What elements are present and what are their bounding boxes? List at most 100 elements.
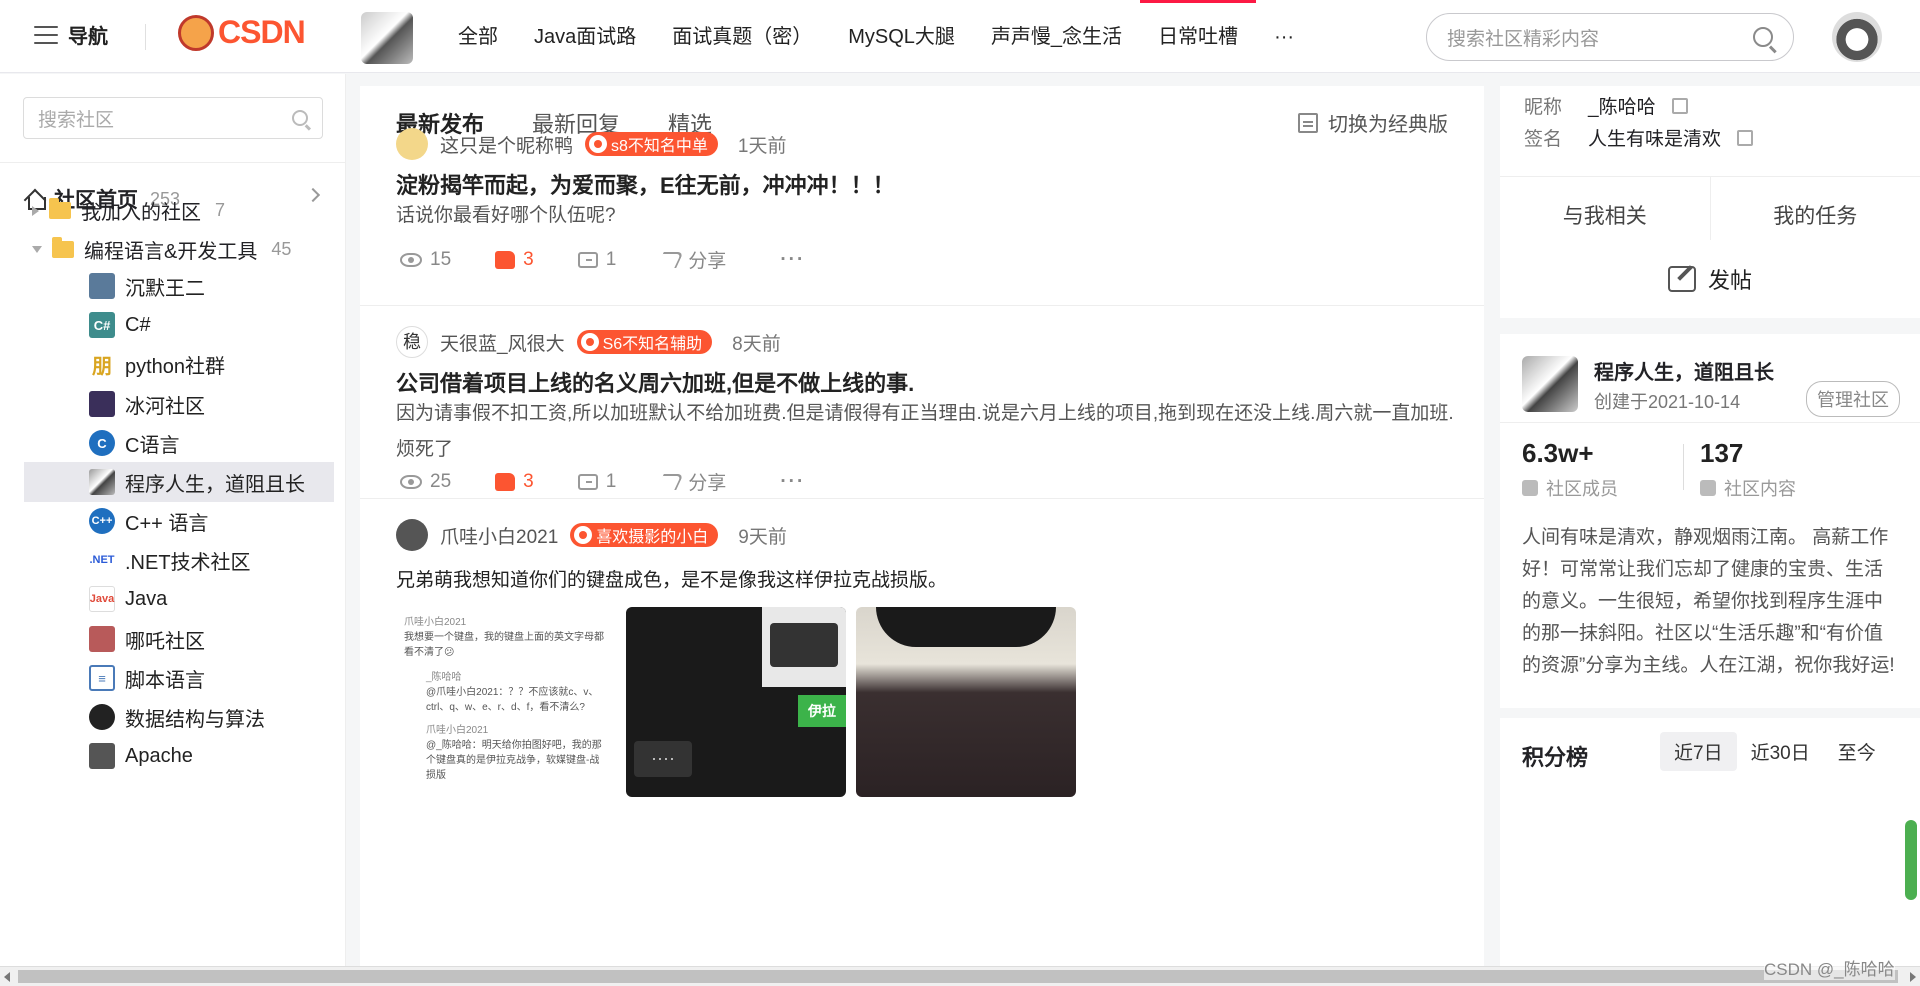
new-post-button[interactable]: 发帖	[1500, 240, 1920, 318]
post-title[interactable]: 淀粉揭竿而起，为爱而聚，E往无前，冲冲冲！！！	[396, 168, 895, 200]
comment-button[interactable]: 1	[577, 249, 616, 271]
sidebar-item-python[interactable]: 朋 python社群	[24, 344, 334, 384]
like-button[interactable]: 3	[495, 471, 534, 493]
post-card[interactable]: 这只是个昵称鸭 s8不知名中单 1天前 淀粉揭竿而起，为爱而聚，E往无前，冲冲冲…	[360, 128, 1484, 306]
badge-label: S6不知名辅助	[602, 336, 703, 353]
keyboard-thumbnail	[762, 607, 846, 687]
avatar[interactable]: 稳	[396, 326, 428, 358]
vertical-scrollbar-thumb[interactable]	[1905, 820, 1917, 900]
post-card[interactable]: 稳 天很蓝_风很大 S6不知名辅助 8天前 公司借着项目上线的名义周六加班,但是…	[360, 306, 1484, 499]
expand-arrow-icon[interactable]	[32, 205, 39, 216]
logo-text: CSDN	[218, 14, 306, 50]
community-avatar[interactable]	[1522, 356, 1578, 412]
scrollbar-thumb[interactable]	[18, 970, 1898, 983]
collapse-arrow-icon[interactable]	[32, 246, 42, 253]
user-avatar[interactable]	[1832, 12, 1882, 62]
scroll-left-icon[interactable]	[4, 972, 10, 982]
search-placeholder: 搜索社区精彩内容	[1447, 28, 1600, 50]
tab-30-days[interactable]: 近30日	[1737, 732, 1824, 771]
sidebar-item-java[interactable]: Java Java	[24, 579, 334, 619]
post-author[interactable]: 这只是个昵称鸭	[440, 131, 573, 158]
tab-more[interactable]: ···	[1256, 0, 1312, 73]
more-dots-icon: ····	[634, 741, 692, 777]
post-author[interactable]: 爪哇小白2021	[440, 522, 558, 549]
tab-interview-questions[interactable]: 面试真题（密）	[654, 0, 830, 73]
post-author[interactable]: 天很蓝_风很大	[440, 329, 565, 356]
tab-java-interview[interactable]: Java面试路	[516, 0, 654, 73]
comment-button[interactable]: 1	[577, 471, 616, 493]
views-counter: 15	[400, 249, 451, 271]
more-options-button[interactable]: ···	[780, 249, 805, 271]
sidebar-item-csharp[interactable]: C# C#	[24, 305, 334, 345]
thumbs-up-icon	[495, 472, 516, 491]
community-avatar[interactable]	[361, 12, 413, 64]
share-button[interactable]: 分享	[656, 468, 726, 495]
profile-card: 昵称 _陈哈哈 签名 人生有味是清欢 与我相关 我的任务	[1500, 86, 1920, 252]
views-count: 25	[430, 470, 452, 492]
tab-life[interactable]: 声声慢_念生活	[973, 0, 1140, 73]
share-icon	[656, 251, 685, 268]
tab-mysql[interactable]: MySQL大腿	[830, 0, 973, 73]
community-name[interactable]: 程序人生，道阻且长	[1594, 356, 1774, 385]
share-button[interactable]: 分享	[656, 246, 727, 273]
sidebar-item-binghe[interactable]: 冰河社区	[24, 384, 334, 424]
tab-all-time[interactable]: 至今	[1824, 732, 1890, 771]
tab-daily-rant[interactable]: 日常吐槽	[1140, 0, 1257, 73]
tab-7-days[interactable]: 近7日	[1660, 732, 1737, 771]
folder-joined[interactable]: 我加入的社区 7	[32, 196, 225, 225]
community-search-input[interactable]: 搜索社区精彩内容	[1426, 13, 1794, 61]
sidebar-item-c[interactable]: C C语言	[24, 423, 334, 463]
sidebar-item-label: C语言	[125, 434, 180, 457]
post-time: 8天前	[732, 333, 781, 355]
sidebar-item-nezha[interactable]: 哪吒社区	[24, 619, 334, 659]
sidebar-search-input[interactable]: 搜索社区	[23, 97, 323, 139]
avatar[interactable]	[396, 519, 428, 551]
edit-icon[interactable]	[1671, 97, 1688, 114]
sidebar-item-script[interactable]: ≡ 脚本语言	[24, 658, 334, 698]
new-post-label: 发帖	[1707, 268, 1752, 293]
post-meta: 稳 天很蓝_风很大 S6不知名辅助 8天前	[396, 326, 781, 358]
user-photo-icon	[89, 391, 115, 417]
avatar[interactable]	[396, 128, 428, 160]
edit-icon[interactable]	[1737, 129, 1754, 146]
folder-count: 7	[215, 200, 226, 220]
folder-languages[interactable]: 编程语言&开发工具 45	[32, 235, 291, 264]
manage-community-button[interactable]: 管理社区	[1806, 381, 1900, 417]
search-icon[interactable]	[1753, 27, 1773, 47]
nav-toggle-button[interactable]: 导航	[34, 20, 108, 49]
chevron-right-icon[interactable]	[305, 187, 321, 203]
sidebar-item-chenmo[interactable]: 沉默王二	[24, 266, 334, 306]
watermark: CSDN @_陈哈哈	[1764, 955, 1895, 980]
rank-badge: S6不知名辅助	[576, 330, 713, 354]
members-label: 社区成员	[1546, 479, 1618, 499]
post-image-keyboard-photo[interactable]	[856, 607, 1076, 797]
post-body[interactable]: 话说你最看好哪个队伍呢?	[396, 198, 1456, 234]
comment-icon	[577, 473, 598, 490]
c-lang-icon: C	[89, 430, 115, 456]
sidebar-item-programmer-life[interactable]: 程序人生，道阻且长	[24, 462, 334, 502]
tab-all[interactable]: 全部	[440, 0, 516, 73]
post-body[interactable]: 兄弟萌我想知道你们的键盘成色，是不是像我这样伊拉克战损版。	[396, 563, 1456, 599]
like-button[interactable]: 3	[495, 249, 534, 271]
sidebar-item-dotnet[interactable]: .NET .NET技术社区	[24, 540, 334, 580]
eye-icon	[400, 252, 422, 267]
post-card[interactable]: 爪哇小白2021 喜欢摄影的小白 9天前 兄弟萌我想知道你们的键盘成色，是不是像…	[360, 499, 1484, 966]
divider	[1500, 422, 1920, 423]
csdn-logo[interactable]: CSDN	[178, 14, 306, 51]
share-label: 分享	[688, 251, 727, 272]
sidebar-item-cpp[interactable]: C++ C++ 语言	[24, 501, 334, 541]
likes-count: 3	[523, 470, 534, 492]
post-actions: 25 3 1 分享 ···	[400, 468, 805, 495]
post-image-keyboard-dark[interactable]: 伊拉 ····	[626, 607, 846, 797]
scroll-right-icon[interactable]	[1910, 972, 1916, 982]
search-icon[interactable]	[292, 110, 308, 126]
post-image-chat-screenshot[interactable]: 爪哇小白2021 我想要一个键盘，我的键盘上面的英文字母都看不清了😕 _陈哈哈 …	[396, 607, 616, 797]
sidebar-item-apache[interactable]: Apache	[24, 736, 334, 776]
post-body[interactable]: 因为请事假不扣工资,所以加班默认不给加班费.但是请假得有正当理由.说是六月上线的…	[396, 396, 1456, 468]
horizontal-scrollbar[interactable]	[0, 966, 1920, 986]
sidebar-item-label: C++ 语言	[125, 512, 209, 535]
post-title[interactable]: 公司借着项目上线的名义周六加班,但是不做上线的事.	[396, 366, 914, 398]
divider	[0, 162, 346, 163]
more-options-button[interactable]: ···	[780, 471, 805, 493]
sidebar-item-algorithms[interactable]: 数据结构与算法	[24, 697, 334, 737]
